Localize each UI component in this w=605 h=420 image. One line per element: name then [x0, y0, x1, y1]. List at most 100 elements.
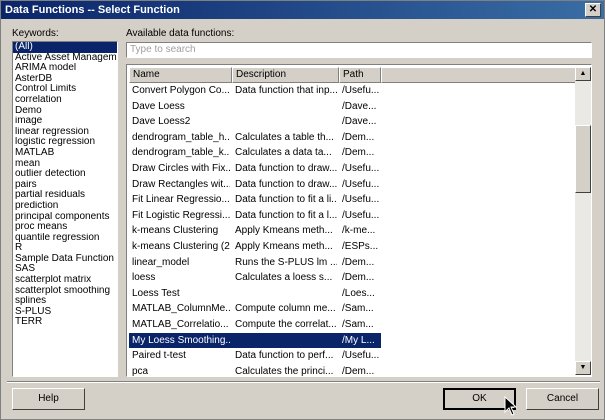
table-row[interactable]: MATLAB_ColumnMe... Compute column me... /S…: [129, 301, 575, 317]
keyword-item[interactable]: prediction: [13, 201, 117, 212]
cell-path: /Usefu...: [342, 85, 380, 96]
cell-name: MATLAB_Correlatio...: [132, 318, 229, 330]
cancel-button[interactable]: Cancel: [526, 388, 599, 410]
table-row[interactable]: MATLAB_Correlatio... Compute the correlat…: [129, 317, 575, 333]
cell-path: /My L...: [342, 334, 375, 346]
cell-path: /Usefu...: [342, 209, 380, 221]
table-row[interactable]: pca Calculates the princi... /Dem...: [129, 364, 575, 377]
column-header-description[interactable]: Description: [232, 67, 339, 83]
keyword-item[interactable]: pairs: [13, 180, 117, 191]
mouse-pointer-icon: [504, 396, 518, 416]
keyword-item[interactable]: S-PLUS: [13, 307, 117, 318]
table-row[interactable]: k-means Clustering (2) Apply Kmeans meth.…: [129, 239, 575, 255]
keyword-item[interactable]: splines: [13, 296, 117, 307]
cell-name: k-means Clustering (2): [132, 240, 230, 252]
cell-path: /Usefu...: [342, 162, 380, 174]
cell-name: Draw Circles with Fix...: [132, 162, 230, 174]
keyword-item[interactable]: Demo: [13, 106, 117, 117]
keyword-item[interactable]: logistic regression: [13, 137, 117, 148]
title-bar[interactable]: Data Functions -- Select Function ✕: [1, 1, 604, 19]
keyword-item[interactable]: mean: [13, 159, 117, 170]
keyword-item[interactable]: ARIMA model: [13, 63, 117, 74]
cell-path: /Dave...: [342, 116, 377, 128]
cell-description: Calculates a table th...: [235, 131, 334, 143]
scroll-down-button[interactable]: ▼: [575, 361, 591, 375]
keyword-item[interactable]: scatterplot matrix: [13, 275, 117, 286]
search-input[interactable]: Type to search: [126, 42, 592, 58]
table-row[interactable]: linear_model Runs the S-PLUS lm ... /Dem..…: [129, 255, 575, 271]
keyword-item[interactable]: outlier detection: [13, 169, 117, 180]
cell-name: Paired t-test: [132, 350, 186, 362]
table-row[interactable]: k-means Clustering Apply Kmeans meth... /k…: [129, 223, 575, 239]
close-button[interactable]: ✕: [585, 3, 601, 17]
functions-table[interactable]: Name Description Path Convert Polygon Co…: [126, 64, 592, 377]
table-row[interactable]: Fit Logistic Regressi... Data function to…: [129, 208, 575, 224]
help-button[interactable]: Help: [12, 388, 85, 410]
cell-description: Apply Kmeans meth...: [235, 225, 333, 237]
cell-path: /Dem...: [342, 131, 375, 143]
scroll-thumb[interactable]: [575, 125, 591, 193]
keyword-item[interactable]: MATLAB: [13, 148, 117, 159]
keyword-item[interactable]: principal components: [13, 212, 117, 223]
keyword-item[interactable]: Control Limits: [13, 84, 117, 95]
cell-description: Data function to draw...: [235, 178, 337, 190]
keyword-item[interactable]: partial residuals: [13, 190, 117, 201]
cell-description: Runs the S-PLUS lm ...: [235, 256, 337, 268]
keyword-item[interactable]: AsterDB: [13, 74, 117, 85]
column-header-name[interactable]: Name: [129, 67, 232, 83]
keyword-item[interactable]: R: [13, 243, 117, 254]
cell-description: Compute column me...: [235, 303, 336, 315]
select-function-dialog: Data Functions -- Select Function ✕ Keyw…: [0, 0, 605, 420]
cell-path: /Dave...: [342, 100, 377, 112]
keyword-item[interactable]: scatterplot smoothing: [13, 286, 117, 297]
keyword-item[interactable]: Sample Data Function: [13, 254, 117, 265]
table-row[interactable]: dendrogram_table_k... Calculates a data t…: [129, 145, 575, 161]
cell-description: Apply Kmeans meth...: [235, 240, 333, 252]
cell-path: /Usefu...: [342, 194, 380, 206]
table-header: Name Description Path: [129, 67, 577, 83]
table-row[interactable]: My Loess Smoothing... /My L...: [129, 332, 575, 349]
column-header-path[interactable]: Path: [339, 67, 381, 83]
scroll-up-button[interactable]: ▲: [575, 67, 591, 81]
table-row[interactable]: Loess Test/Loes...: [129, 286, 575, 302]
cell-path: /Usefu...: [342, 178, 380, 190]
keyword-item[interactable]: image: [13, 116, 117, 127]
keywords-list[interactable]: (All) Active Asset Managem ARIMA model Aste…: [12, 41, 118, 377]
keyword-item[interactable]: TERR: [13, 317, 117, 328]
keyword-item[interactable]: proc means: [13, 222, 117, 233]
keyword-item[interactable]: linear regression: [13, 127, 117, 138]
table-row[interactable]: Convert Polygon Co... Data function that …: [129, 83, 575, 99]
cell-name: dendrogram_table_k...: [132, 147, 230, 159]
cell-description: Data function to draw...: [235, 162, 337, 174]
cell-name: k-means Clustering: [132, 225, 219, 237]
table-body: Convert Polygon Co... Data function that …: [129, 83, 575, 377]
keyword-item[interactable]: SAS: [13, 264, 117, 275]
cell-path: /Dem...: [342, 365, 375, 377]
window-title: Data Functions -- Select Function: [5, 4, 180, 16]
cell-description: Data function that inp...: [235, 85, 337, 96]
cell-path: /Loes...: [342, 287, 375, 299]
cell-description: Data function to perf...: [235, 350, 334, 362]
cell-name: Dave Loess2: [132, 116, 191, 128]
cell-name: loess: [132, 272, 156, 284]
cell-description: Data function to fit a l...: [235, 209, 337, 221]
keyword-item[interactable]: quantile regression: [13, 233, 117, 244]
cell-name: My Loess Smoothing...: [132, 334, 230, 346]
cell-name: Loess Test: [132, 287, 180, 299]
table-row[interactable]: Fit Linear Regressio... Data function to …: [129, 192, 575, 208]
table-row[interactable]: loess Calculates a loess s... /Dem...: [129, 270, 575, 286]
keyword-item[interactable]: correlation: [13, 95, 117, 106]
cell-name: pca: [132, 365, 149, 377]
vertical-scrollbar[interactable]: ▲ ▼: [575, 67, 591, 375]
table-row[interactable]: Draw Rectangles wit... Data function to d…: [129, 177, 575, 193]
keyword-item[interactable]: (All): [13, 42, 117, 53]
cell-path: /Sam...: [342, 318, 374, 330]
table-row[interactable]: dendrogram_table_h... Calculates a table …: [129, 130, 575, 146]
keyword-item[interactable]: Active Asset Managem: [13, 53, 117, 64]
table-row[interactable]: Draw Circles with Fix... Data function to…: [129, 161, 575, 177]
cell-path: /ESPs...: [342, 240, 379, 252]
table-row[interactable]: Dave Loess2/Dave...: [129, 114, 575, 130]
table-row[interactable]: Dave Loess/Dave...: [129, 99, 575, 115]
cell-description: Data function to fit a li...: [235, 194, 337, 206]
table-row[interactable]: Paired t-test Data function to perf... /Us…: [129, 348, 575, 364]
